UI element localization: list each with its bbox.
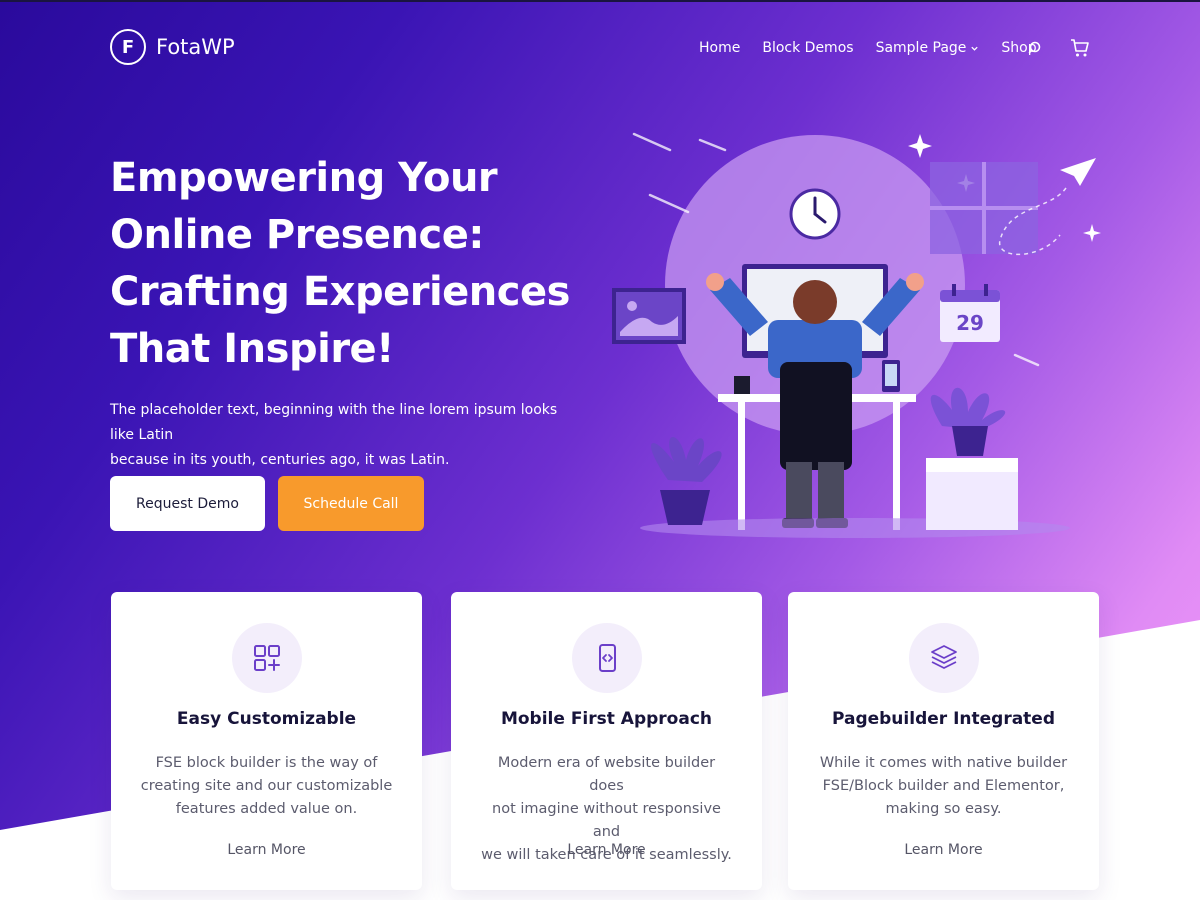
learn-more-link[interactable]: Learn More xyxy=(111,842,422,858)
description-line: because in its youth, centuries ago, it … xyxy=(110,452,450,468)
hero-description: The placeholder text, beginning with the… xyxy=(110,398,570,473)
headline-line: Empowering Your xyxy=(110,155,498,201)
main-nav: Home Block Demos Sample Page Shop xyxy=(699,40,1059,56)
feature-card: Mobile First Approach Modern era of webs… xyxy=(451,592,762,890)
card-icon-badge xyxy=(908,623,979,693)
paper-plane-icon xyxy=(1060,158,1096,186)
card-icon-badge xyxy=(231,623,302,693)
calendar-day: 29 xyxy=(956,311,984,335)
mobile-code-icon xyxy=(598,644,616,672)
card-text: While it comes with native builder FSE/B… xyxy=(816,752,1071,821)
card-text-line: features added value on. xyxy=(175,801,358,817)
feature-card: Pagebuilder Integrated While it comes wi… xyxy=(788,592,1099,890)
sparkle-icon xyxy=(908,134,932,158)
headline-line: Crafting Experiences xyxy=(110,269,570,315)
card-title: Pagebuilder Integrated xyxy=(831,709,1056,729)
clock-icon xyxy=(789,188,841,240)
brand-name: FotaWP xyxy=(156,35,235,59)
cart-icon[interactable] xyxy=(1070,38,1090,58)
header-actions xyxy=(1028,38,1090,58)
nav-item-block-demos[interactable]: Block Demos xyxy=(762,40,853,56)
learn-more-link[interactable]: Learn More xyxy=(788,842,1099,858)
calendar-icon: 29 xyxy=(940,284,1000,342)
site-logo[interactable]: F FotaWP xyxy=(110,29,235,65)
hero-headline: Empowering Your Online Presence: Craftin… xyxy=(110,150,590,378)
logo-letter: F xyxy=(121,36,135,58)
headline-line: Online Presence: xyxy=(110,212,484,258)
learn-more-link[interactable]: Learn More xyxy=(451,842,762,858)
card-icon-badge xyxy=(571,623,642,693)
card-title: Easy Customizable xyxy=(176,709,357,729)
nav-item-sample-page[interactable]: Sample Page xyxy=(876,40,980,56)
card-text-line: FSE/Block builder and Elementor, xyxy=(822,778,1065,794)
request-demo-button[interactable]: Request Demo xyxy=(110,476,265,531)
description-line: The placeholder text, beginning with the… xyxy=(110,402,558,443)
layers-icon xyxy=(930,645,957,669)
nav-item-home[interactable]: Home xyxy=(699,40,740,56)
plant-right xyxy=(926,387,1018,530)
card-text-line: making so easy. xyxy=(885,801,1002,817)
feature-card: Easy Customizable FSE block builder is t… xyxy=(111,592,422,890)
chevron-down-icon xyxy=(971,46,979,51)
card-title: Mobile First Approach xyxy=(500,709,713,729)
window-graphic xyxy=(930,162,1038,254)
card-text-line: creating site and our customizable xyxy=(140,778,393,794)
headline-line: That Inspire! xyxy=(110,326,394,372)
grid-plus-icon xyxy=(253,645,280,671)
fotawp-logo-icon: F xyxy=(110,29,146,65)
nav-item-label: Sample Page xyxy=(875,40,967,56)
sparkle-icon xyxy=(1083,224,1101,242)
card-text: FSE block builder is the way of creating… xyxy=(139,752,394,821)
plant-left xyxy=(651,436,722,525)
card-text-line: FSE block builder is the way of xyxy=(155,755,378,771)
mug-graphic xyxy=(734,376,750,394)
hero-illustration: 29 xyxy=(612,132,1101,538)
schedule-call-button[interactable]: Schedule Call xyxy=(278,476,424,531)
picture-frame xyxy=(612,288,686,344)
search-icon[interactable] xyxy=(1028,40,1044,56)
top-border xyxy=(0,0,1200,2)
card-text-line: not imagine without responsive and xyxy=(492,801,721,840)
card-text-line: While it comes with native builder xyxy=(819,755,1068,771)
card-text-line: Modern era of website builder does xyxy=(497,755,716,794)
